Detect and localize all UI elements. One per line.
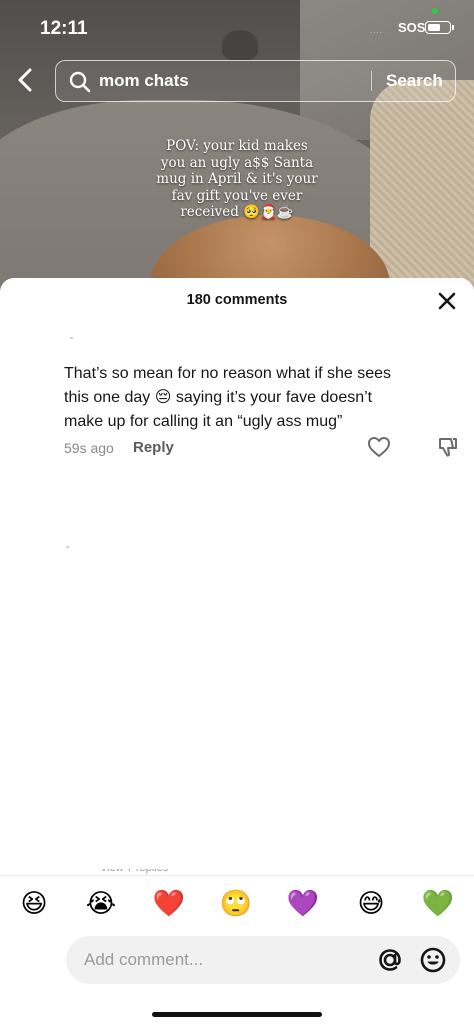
video-caption: POV: your kid makes you an ugly a$$ Sant… xyxy=(156,138,318,220)
comment-text: That’s so mean for no reason what if she… xyxy=(64,365,391,430)
search-divider xyxy=(371,71,372,91)
carrier-label: SOS xyxy=(398,20,426,35)
close-button[interactable] xyxy=(432,286,462,316)
at-sign-icon xyxy=(379,949,401,971)
comments-count: 180 comments xyxy=(186,292,288,308)
reply-button[interactable]: Reply xyxy=(133,439,174,456)
emoji-laughing[interactable]: 😆 xyxy=(17,887,51,921)
emoji-purple-heart[interactable]: 💜 xyxy=(286,887,320,921)
emoji-crying[interactable]: 😭 xyxy=(84,887,118,921)
emoji-red-heart[interactable]: ❤️ xyxy=(152,887,186,921)
dislike-button[interactable] xyxy=(436,436,458,458)
emoji-picker-button[interactable] xyxy=(419,946,447,974)
comments-sheet: 180 comments That’s so mean for no reaso… xyxy=(0,278,474,1026)
thumbs-down-icon xyxy=(439,438,457,457)
search-icon xyxy=(69,71,91,93)
like-button[interactable] xyxy=(367,436,391,458)
smiley-face-icon xyxy=(420,947,446,973)
emoji-eye-roll[interactable]: 🙄 xyxy=(219,887,253,921)
emoji-bar: 😆 😭 ❤️ 🙄 💜 😅 💚 xyxy=(0,875,474,931)
search-button[interactable]: Search xyxy=(386,71,443,91)
heart-outline-icon xyxy=(368,437,390,457)
status-time: 12:11 xyxy=(40,18,88,39)
camera-indicator-icon xyxy=(432,8,438,14)
loading-dot xyxy=(70,337,73,339)
status-bar: 12:11 .... SOS xyxy=(0,0,474,56)
comment-timestamp: 59s ago xyxy=(64,440,114,456)
home-indicator xyxy=(152,1012,322,1017)
emoji-sweat-smile[interactable]: 😅 xyxy=(354,887,388,921)
signal-icon: .... xyxy=(370,26,383,35)
mention-button[interactable] xyxy=(376,946,404,974)
comment-composer xyxy=(66,936,460,984)
loading-dot xyxy=(66,546,69,548)
search-bar[interactable]: mom chats Search xyxy=(55,60,456,102)
battery-icon xyxy=(425,21,454,34)
back-button[interactable] xyxy=(10,64,42,96)
comment-input[interactable] xyxy=(66,936,366,984)
close-icon xyxy=(438,292,456,310)
emoji-green-heart[interactable]: 💚 xyxy=(421,887,455,921)
chevron-left-icon xyxy=(18,68,32,92)
search-query[interactable]: mom chats xyxy=(99,71,189,91)
